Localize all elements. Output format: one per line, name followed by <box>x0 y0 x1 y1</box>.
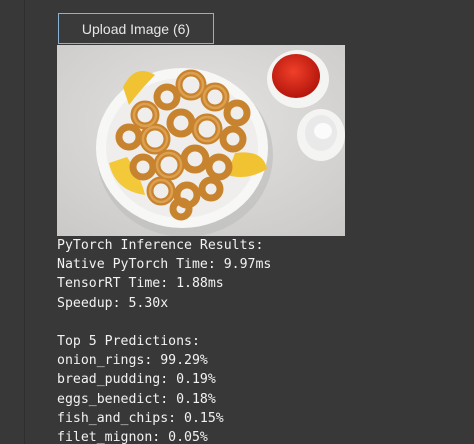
results-heading: PyTorch Inference Results: <box>57 238 264 253</box>
notebook-output-area: Upload Image (6) PyTorch Inference Resul… <box>0 0 474 444</box>
upload-image-button[interactable]: Upload Image (6) <box>58 13 214 44</box>
prediction-item: onion_rings: 99.29% <box>57 353 208 369</box>
tensorrt-time: TensorRT Time: 1.88ms <box>57 276 224 292</box>
prediction-item: bread_pudding: 0.19% <box>57 372 216 388</box>
prediction-item: fish_and_chips: 0.15% <box>57 410 224 426</box>
uploaded-food-image <box>57 45 345 236</box>
inference-output-text: PyTorch Inference Results: Native PyTorc… <box>57 236 457 444</box>
prediction-item: eggs_benedict: 0.18% <box>57 391 216 407</box>
predictions-heading: Top 5 Predictions: <box>57 333 200 349</box>
native-pytorch-time: Native PyTorch Time: 9.97ms <box>57 257 272 273</box>
cell-gutter-divider <box>24 0 25 444</box>
speedup-value: Speedup: 5.30x <box>57 295 169 311</box>
prediction-item: filet_mignon: 0.05% <box>57 429 208 444</box>
